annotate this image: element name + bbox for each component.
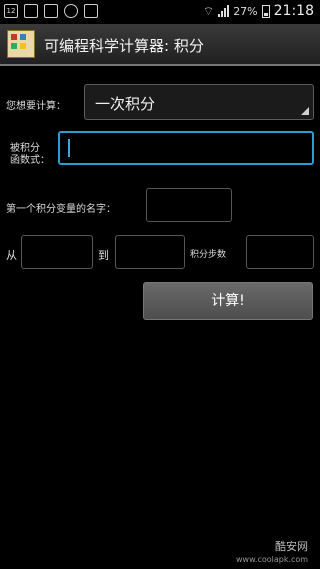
wifi-icon: ⌔ [202,3,215,18]
battery-icon [261,4,270,18]
status-bar: 12 ⌔ 27% 21:18 [0,0,320,24]
steps-label: 积分步数 [190,250,227,260]
expr-label-line2: 函数式： [10,155,50,166]
sim-icon: 12 [4,4,18,18]
watermark-url: www.coolapk.com [236,555,309,564]
image-icon [24,4,38,18]
notification-icon [44,4,58,18]
steps-input[interactable] [246,235,314,269]
battery-percent: 27% [233,4,258,18]
sim-text: 12 [6,7,16,15]
text-cursor [68,139,70,157]
message-icon [84,4,98,18]
to-label: 到 [98,249,109,262]
page-title: 可编程科学计算器: 积分 [44,37,204,55]
lower-bound-input[interactable] [21,235,93,269]
title-bar: 可编程科学计算器: 积分 [0,24,320,66]
compute-button[interactable]: 计算! [143,282,313,320]
status-right: ⌔ 27% 21:18 [203,3,314,19]
calc-type-value: 一次积分 [95,95,156,113]
clock: 21:18 [273,3,314,19]
usb-icon [64,4,78,18]
signal-icon [218,5,230,17]
integrand-expression-input[interactable] [58,131,314,165]
watermark-logo: 酷安网 [275,540,308,553]
variable-name-label: 第一个积分变量的名字： [6,204,116,215]
upper-bound-input[interactable] [115,235,185,269]
calc-type-label: 您想要计算： [6,101,66,112]
status-left-icons: 12 [4,4,98,18]
variable-name-input[interactable] [146,188,232,222]
calc-type-select[interactable]: 一次积分 [84,84,314,120]
from-label: 从 [6,249,17,262]
dropdown-arrow-icon [301,107,309,115]
app-calculator-icon [7,30,35,58]
